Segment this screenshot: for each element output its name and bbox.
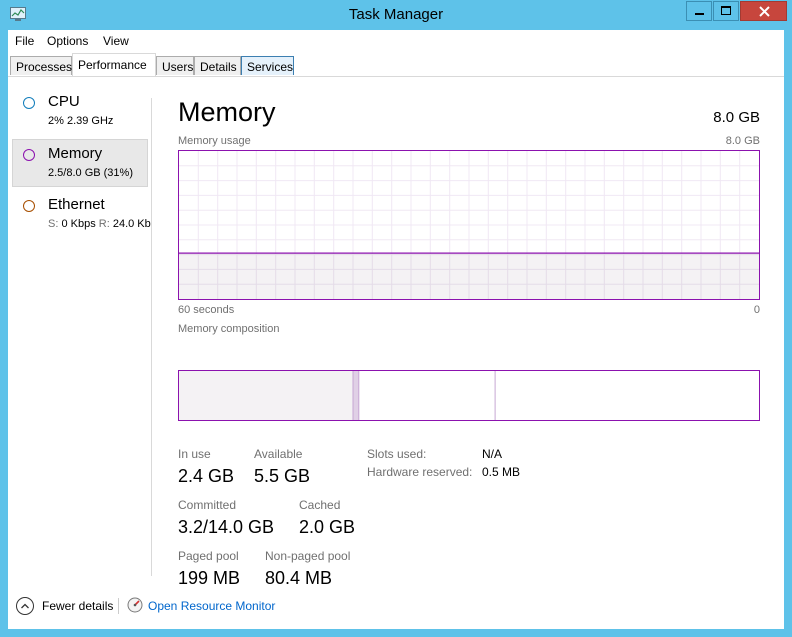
footer-separator <box>118 598 119 614</box>
time-axis-start: 60 seconds <box>178 304 235 316</box>
tab-strip: Processes Performance Users Details Serv… <box>8 52 784 77</box>
ethernet-indicator-icon <box>23 200 35 212</box>
non-paged-pool-value: 80.4 MB <box>265 568 333 588</box>
memory-usage-max: 8.0 GB <box>725 135 760 147</box>
title-bar[interactable]: Task Manager <box>0 0 792 30</box>
tab-services[interactable]: Services <box>241 56 294 75</box>
page-title: Memory <box>178 97 276 127</box>
minimize-button[interactable] <box>686 1 712 21</box>
chevron-up-icon <box>16 597 34 615</box>
resource-sidebar: CPU 2% 2.39 GHz Memory 2.5/8.0 GB (31%) … <box>8 77 153 577</box>
time-axis-end: 0 <box>753 304 760 316</box>
open-resource-monitor-link[interactable]: Open Resource Monitor <box>125 590 285 622</box>
hardware-reserved-value: 0.5 MB <box>482 465 521 479</box>
footer: Fewer details Open Resource Monitor <box>8 590 784 629</box>
sidebar-item-detail: 2.5/8.0 GB (31%) <box>48 167 133 179</box>
resource-monitor-icon <box>127 597 143 613</box>
paged-pool-value: 199 MB <box>178 568 241 588</box>
client-area: File Options View Processes Performance … <box>8 30 784 629</box>
sidebar-item-memory[interactable]: Memory 2.5/8.0 GB (31%) <box>12 139 148 187</box>
window-title: Task Manager <box>348 6 444 23</box>
resource-monitor-label: Open Resource Monitor <box>148 599 276 613</box>
sidebar-item-label: CPU <box>48 93 80 110</box>
memory-composition-label: Memory composition <box>178 323 280 335</box>
fewer-details-label: Fewer details <box>42 599 114 613</box>
fewer-details-button[interactable]: Fewer details <box>8 590 118 622</box>
cpu-indicator-icon <box>23 97 35 109</box>
available-label: Available <box>254 447 303 461</box>
menu-view[interactable]: View <box>103 34 129 48</box>
menu-options[interactable]: Options <box>47 34 88 48</box>
memory-indicator-icon <box>23 149 35 161</box>
close-button[interactable] <box>740 1 787 21</box>
cached-label: Cached <box>299 498 341 512</box>
paged-pool-label: Paged pool <box>178 549 239 563</box>
close-icon <box>759 6 770 17</box>
slots-used-value: N/A <box>482 447 503 461</box>
receive-label: R: <box>98 218 110 230</box>
memory-usage-graph <box>178 150 760 300</box>
sidebar-item-label: Memory <box>48 145 103 162</box>
sidebar-item-detail: 2% 2.39 GHz <box>48 115 114 127</box>
memory-usage-chart <box>179 151 759 299</box>
receive-value: 24.0 Kb <box>112 218 151 230</box>
menu-bar: File Options View <box>8 30 784 52</box>
tab-details[interactable]: Details <box>194 56 241 75</box>
composition-modified-segment <box>353 371 359 420</box>
tab-users[interactable]: Users <box>156 56 194 75</box>
available-value: 5.5 GB <box>254 466 311 486</box>
sidebar-divider <box>151 98 152 576</box>
memory-panel: Memory 8.0 GB Memory usage 8.0 GB 60 sec… <box>178 77 768 588</box>
memory-usage-label: Memory usage <box>178 135 251 147</box>
maximize-button[interactable] <box>713 1 739 21</box>
hardware-reserved-label: Hardware reserved: <box>367 465 473 479</box>
cached-value: 2.0 GB <box>299 517 356 537</box>
memory-composition-bar <box>178 370 760 421</box>
memory-total: 8.0 GB <box>713 109 760 126</box>
sidebar-item-ethernet[interactable]: Ethernet S: 0 Kbps R: 24.0 Kb <box>12 190 153 238</box>
send-value: 0 Kbps <box>61 218 96 230</box>
send-label: S: <box>48 218 59 230</box>
in-use-value: 2.4 GB <box>178 466 235 486</box>
task-manager-window: Task Manager File Options View Processes… <box>0 0 792 637</box>
slots-used-label: Slots used: <box>367 447 427 461</box>
committed-label: Committed <box>178 498 237 512</box>
composition-in-use-segment <box>179 371 353 420</box>
menu-file[interactable]: File <box>15 34 34 48</box>
committed-value: 3.2/14.0 GB <box>178 517 275 537</box>
tab-performance[interactable]: Performance <box>72 53 156 76</box>
sidebar-item-label: Ethernet <box>48 196 105 213</box>
minimize-icon <box>695 13 704 15</box>
non-paged-pool-label: Non-paged pool <box>265 549 351 563</box>
memory-composition-chart <box>179 371 496 420</box>
maximize-icon <box>721 6 731 15</box>
sidebar-item-cpu[interactable]: CPU 2% 2.39 GHz <box>12 87 148 135</box>
in-use-label: In use <box>178 447 211 461</box>
tab-processes[interactable]: Processes <box>10 56 72 75</box>
sidebar-item-detail: S: 0 Kbps R: 24.0 Kb <box>48 218 151 230</box>
